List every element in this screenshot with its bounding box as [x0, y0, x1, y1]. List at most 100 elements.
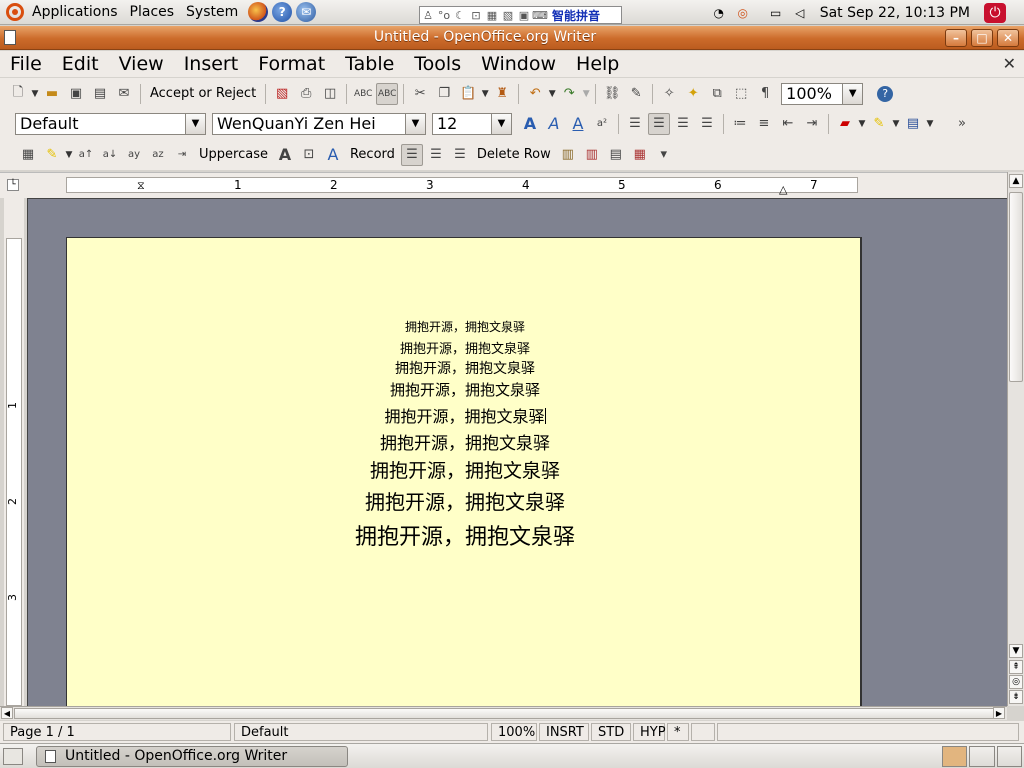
character-icon[interactable]: ay: [123, 144, 145, 166]
shadow-icon[interactable]: a²: [591, 113, 613, 135]
penguin-icon[interactable]: ♙: [420, 7, 436, 23]
more-controls-icon[interactable]: ▾: [653, 144, 675, 166]
workspace-2[interactable]: [969, 746, 995, 767]
horizontal-scroll-thumb[interactable]: [14, 708, 994, 719]
italic-icon[interactable]: A: [543, 113, 565, 135]
font-size-select[interactable]: 12 ▼: [432, 112, 512, 135]
insert-field-icon[interactable]: ⇥: [171, 144, 193, 166]
vertical-scrollbar[interactable]: ▲ ▼ ⇞ ◎ ⇟: [1007, 172, 1024, 706]
email-document-icon[interactable]: ✉: [113, 83, 135, 105]
zoom-indicator[interactable]: 100%: [491, 723, 537, 741]
align-left-icon[interactable]: ☰: [624, 113, 646, 135]
data-sources-icon[interactable]: ⧉: [706, 83, 728, 105]
new-dropdown-icon[interactable]: ▼: [30, 89, 40, 99]
minimize-button[interactable]: –: [945, 29, 967, 47]
increase-indent-icon[interactable]: ⇥: [801, 113, 823, 135]
background-color-icon[interactable]: ▤: [902, 113, 924, 135]
text-line[interactable]: 拥抱开源，拥抱文泉驿: [67, 338, 863, 357]
text-line[interactable]: 拥抱开源，拥抱文泉驿: [67, 358, 863, 378]
font-name-select[interactable]: WenQuanYi Zen Hei ▼: [212, 112, 426, 135]
update-icon[interactable]: ◎: [734, 4, 752, 22]
chevron-down-icon[interactable]: ▼: [842, 83, 863, 104]
export-pdf-icon[interactable]: ▧: [271, 83, 293, 105]
font-work-icon[interactable]: A: [274, 144, 296, 166]
text-line-with-caret[interactable]: 拥抱开源，拥抱文泉驿: [67, 403, 863, 427]
autospellcheck-icon[interactable]: ABC: [376, 82, 399, 105]
workspace-1[interactable]: [942, 746, 968, 767]
text-line[interactable]: 拥抱开源，拥抱文泉驿: [67, 519, 863, 551]
punctuation-icon[interactable]: °o: [436, 7, 452, 23]
delete-row-button[interactable]: Delete Row: [472, 147, 556, 162]
paste-dropdown-icon[interactable]: ▼: [480, 89, 490, 99]
highlighting-dropdown-icon[interactable]: ▼: [64, 150, 74, 160]
simplified-icon[interactable]: ▦: [484, 7, 500, 23]
help-icon[interactable]: ?: [877, 85, 894, 102]
align-top-icon[interactable]: ☰: [400, 143, 423, 166]
signature-indicator[interactable]: [691, 723, 715, 741]
previous-page-icon[interactable]: ⇞: [1009, 660, 1023, 674]
superscript-icon[interactable]: a↑: [75, 144, 97, 166]
scroll-up-icon[interactable]: ▲: [1009, 174, 1023, 188]
insert-columns-icon[interactable]: ▤: [605, 144, 627, 166]
record-button[interactable]: Record: [345, 147, 400, 162]
paragraph-style-select[interactable]: Default ▼: [15, 112, 206, 135]
firefox-launcher-icon[interactable]: [248, 2, 269, 22]
table-grid-icon[interactable]: ▦: [17, 144, 39, 166]
scroll-down-icon[interactable]: ▼: [1009, 644, 1023, 658]
redo-dropdown-icon[interactable]: ▼: [581, 89, 591, 99]
delete-columns-icon[interactable]: ▥: [581, 144, 603, 166]
align-center-icon[interactable]: ☰: [648, 112, 670, 135]
delete-table-icon[interactable]: ▦: [629, 144, 651, 166]
window-titlebar[interactable]: Untitled - OpenOffice.org Writer – □ ✕: [0, 26, 1024, 50]
show-desktop-icon[interactable]: [3, 748, 23, 765]
highlight-dropdown-icon[interactable]: ▼: [891, 119, 901, 129]
outline-font-icon[interactable]: A: [322, 144, 344, 166]
clock-applet-icon[interactable]: ◔: [710, 4, 728, 22]
redo-icon[interactable]: ↷: [558, 83, 580, 105]
menu-format[interactable]: Format: [248, 51, 335, 77]
taskbar-window-button[interactable]: Untitled - OpenOffice.org Writer: [36, 746, 348, 767]
next-page-icon[interactable]: ⇟: [1009, 690, 1023, 704]
copy-icon[interactable]: ❐: [433, 83, 455, 105]
gallery-icon[interactable]: ✦: [682, 83, 704, 105]
numbering-icon[interactable]: ≔: [729, 113, 751, 135]
horizontal-ruler[interactable]: ⧖ 1 2 3 4 5 6 △ 7: [66, 177, 858, 196]
cut-icon[interactable]: ✂: [409, 83, 431, 105]
font-color-icon[interactable]: ▰: [834, 113, 856, 135]
navigator-icon[interactable]: ✧: [658, 83, 680, 105]
chevron-down-icon[interactable]: ▼: [405, 113, 425, 134]
text-line[interactable]: 拥抱开源，拥抱文泉驿: [67, 318, 863, 335]
input-method-label[interactable]: 智能拼音: [552, 7, 600, 24]
menu-tools[interactable]: Tools: [404, 51, 471, 77]
menu-file[interactable]: File: [0, 51, 52, 77]
keyboard-icon[interactable]: ⌨: [532, 7, 548, 23]
close-window-button[interactable]: ✕: [997, 29, 1019, 47]
tab-type-icon[interactable]: └: [7, 179, 19, 191]
frame-icon[interactable]: ⊡: [298, 144, 320, 166]
background-color-dropdown-icon[interactable]: ▼: [925, 119, 935, 129]
help-launcher-icon[interactable]: ?: [272, 2, 293, 22]
document-page[interactable]: 拥抱开源，拥抱文泉驿 拥抱开源，拥抱文泉驿 拥抱开源，拥抱文泉驿 拥抱开源，拥抱…: [66, 237, 862, 706]
scroll-right-icon[interactable]: ▶: [993, 707, 1005, 719]
print-icon[interactable]: ⎙: [295, 83, 317, 105]
insert-rows-icon[interactable]: ▥: [557, 144, 579, 166]
lock-icon[interactable]: ▣: [516, 7, 532, 23]
align-bottom-icon[interactable]: ☰: [449, 144, 471, 166]
draw-functions-icon[interactable]: ⬚: [730, 83, 752, 105]
underline-icon[interactable]: A: [567, 113, 589, 135]
applications-menu[interactable]: Applications: [26, 0, 124, 25]
paragraph-icon[interactable]: az: [147, 144, 169, 166]
power-icon[interactable]: ⏻: [984, 2, 1006, 23]
chevron-down-icon[interactable]: ▼: [491, 113, 511, 134]
close-document-icon[interactable]: ✕: [1003, 54, 1016, 73]
charset-icon[interactable]: ▧: [500, 7, 516, 23]
highlight-icon[interactable]: ✎: [868, 113, 890, 135]
bold-icon[interactable]: A: [519, 113, 541, 135]
formatting-marks-icon[interactable]: ¶: [754, 83, 776, 105]
bullets-icon[interactable]: ≡: [753, 113, 775, 135]
menu-edit[interactable]: Edit: [52, 51, 109, 77]
clock[interactable]: Sat Sep 22, 10:13 PM: [820, 5, 970, 21]
places-menu[interactable]: Places: [124, 0, 181, 25]
undo-icon[interactable]: ↶: [524, 83, 546, 105]
document-area[interactable]: 拥抱开源，拥抱文泉驿 拥抱开源，拥抱文泉驿 拥抱开源，拥抱文泉驿 拥抱开源，拥抱…: [27, 198, 1007, 706]
